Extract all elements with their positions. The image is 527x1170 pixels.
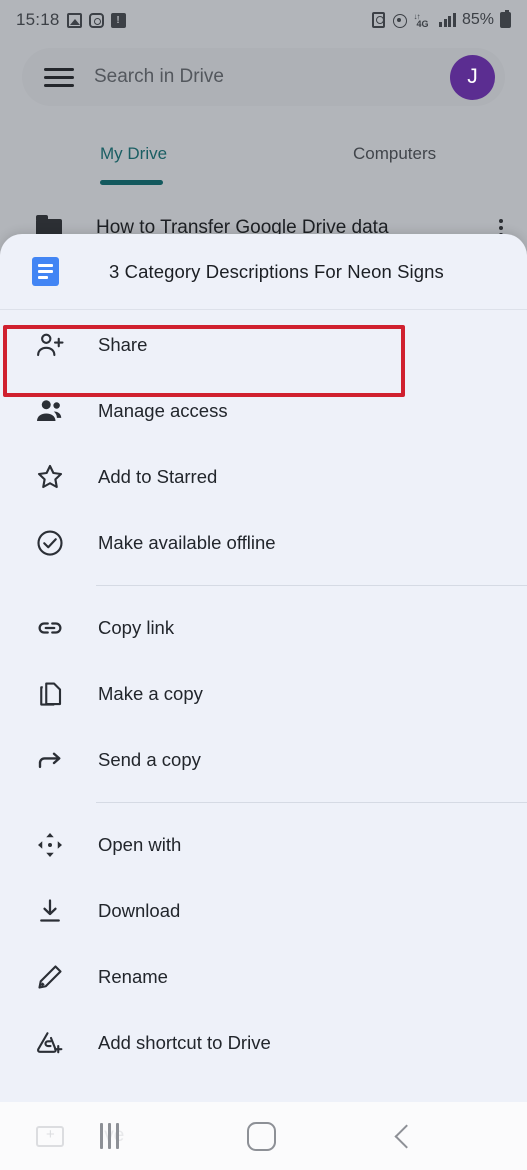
menu-item-make-a-copy[interactable]: Make a copy	[0, 661, 527, 727]
avatar[interactable]: J	[450, 54, 495, 100]
menu-divider	[96, 802, 527, 803]
instagram-icon	[88, 12, 104, 28]
tab-computers[interactable]: Computers	[353, 144, 436, 164]
menu-item-rename[interactable]: Rename	[0, 944, 527, 1010]
hotspot-icon	[391, 12, 408, 28]
notification-icon: !	[110, 12, 126, 28]
signal-bars-icon	[439, 13, 456, 27]
file-title: 3 Category Descriptions For Neon Signs	[109, 260, 444, 282]
star-outline-icon	[28, 461, 72, 493]
search-bar[interactable]: Search in Drive J	[22, 48, 505, 106]
menu-item-label: Send a copy	[98, 749, 201, 770]
menu-item-label: Make available offline	[98, 532, 276, 553]
phone-screen: 15:18 ! 4G ↓↑ 85% Search in Drive J My D…	[0, 0, 527, 1170]
battery-icon	[500, 10, 511, 28]
menu-item-share[interactable]: Share	[0, 312, 527, 378]
menu-item-label: Manage access	[98, 400, 228, 421]
menu-item-make-available-offline[interactable]: Make available offline	[0, 510, 527, 576]
status-bar-clock: 15:18	[16, 10, 60, 29]
google-docs-icon	[32, 257, 59, 286]
add-shortcut-icon	[28, 1027, 72, 1059]
menu-item-copy-link[interactable]: Copy link	[0, 595, 527, 661]
alarm-battery-icon	[372, 12, 386, 28]
menu-item-add-to-starred[interactable]: Add to Starred	[0, 444, 527, 510]
pencil-icon	[28, 961, 72, 993]
status-bar: 15:18 ! 4G ↓↑ 85%	[0, 0, 527, 40]
status-bar-left: 15:18 !	[16, 10, 126, 30]
tab-bar: My Drive Computers	[0, 130, 527, 190]
copy-icon	[28, 678, 72, 710]
tab-selected-indicator	[100, 180, 163, 185]
android-nav-bar: ive	[0, 1102, 527, 1170]
file-options-bottom-sheet: 3 Category Descriptions For Neon Signs S…	[0, 234, 527, 1102]
options-menu: Share Manage access Add to Starred Make …	[0, 310, 527, 1076]
back-button[interactable]	[394, 1123, 419, 1149]
network-4g-label: 4G	[416, 19, 429, 29]
home-button[interactable]	[247, 1121, 276, 1151]
menu-item-label: Open with	[98, 834, 182, 855]
battery-percent-label: 85%	[461, 11, 494, 28]
menu-item-label: Add to Starred	[98, 466, 218, 487]
menu-item-label: Make a copy	[98, 683, 203, 704]
hamburger-icon[interactable]	[44, 67, 74, 87]
ghost-folder-icon	[36, 1125, 64, 1147]
menu-divider	[96, 585, 527, 586]
menu-item-download[interactable]: Download	[0, 878, 527, 944]
tab-my-drive[interactable]: My Drive	[100, 144, 167, 164]
photos-icon	[66, 12, 82, 28]
menu-item-send-a-copy[interactable]: Send a copy	[0, 727, 527, 793]
menu-item-label: Copy link	[98, 617, 175, 638]
status-bar-right: 4G ↓↑ 85%	[372, 10, 511, 29]
search-input[interactable]: Search in Drive	[94, 66, 224, 88]
menu-item-manage-access[interactable]: Manage access	[0, 378, 527, 444]
menu-item-add-shortcut-to-drive[interactable]: Add shortcut to Drive	[0, 1010, 527, 1076]
menu-item-label: Add shortcut to Drive	[98, 1032, 271, 1053]
menu-item-label: Rename	[98, 966, 168, 987]
person-add-icon	[28, 329, 72, 361]
open-with-icon	[28, 829, 72, 861]
people-icon	[28, 395, 72, 427]
sheet-header: 3 Category Descriptions For Neon Signs	[0, 234, 527, 310]
menu-item-open-with[interactable]: Open with	[0, 812, 527, 878]
recents-button[interactable]	[100, 1123, 119, 1149]
check-circle-icon	[28, 527, 72, 559]
network-arrows-icon: ↓↑	[413, 12, 420, 21]
menu-item-label: Share	[98, 334, 148, 355]
download-icon	[28, 895, 72, 927]
share-arrow-icon	[28, 744, 72, 776]
menu-item-label: Download	[98, 900, 181, 921]
link-icon	[28, 612, 72, 644]
